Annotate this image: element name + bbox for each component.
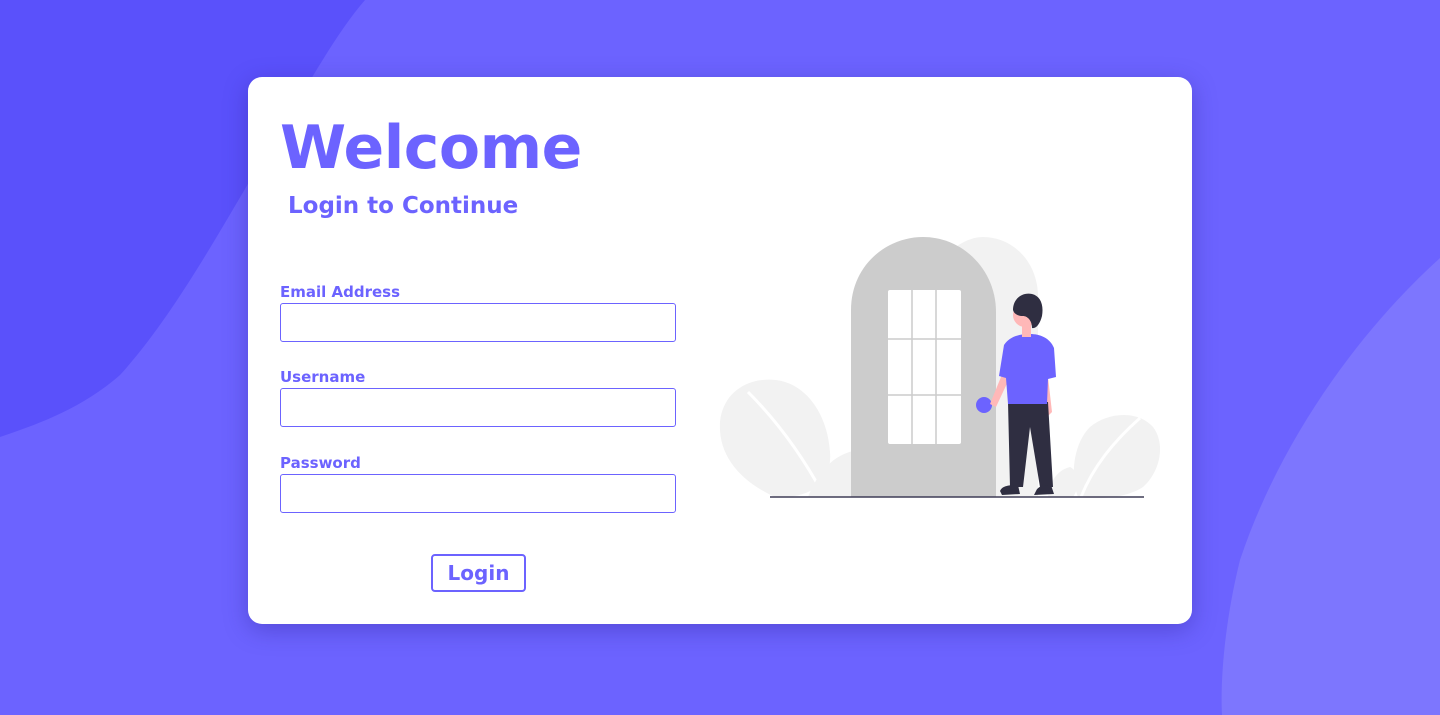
username-field[interactable] xyxy=(280,388,676,427)
door-knob-icon xyxy=(976,397,992,413)
login-button[interactable]: Login xyxy=(431,554,526,592)
page-subtitle: Login to Continue xyxy=(288,193,519,219)
background-blob-right xyxy=(1221,258,1440,715)
email-field[interactable] xyxy=(280,303,676,342)
login-card: Welcome Login to Continue Email Address … xyxy=(248,77,1192,624)
password-field[interactable] xyxy=(280,474,676,513)
username-label: Username xyxy=(280,368,366,386)
email-label: Email Address xyxy=(280,283,401,301)
page-title: Welcome xyxy=(280,113,582,183)
password-label: Password xyxy=(280,454,361,472)
person-at-door-illustration xyxy=(719,237,1161,499)
door-window xyxy=(888,290,961,444)
